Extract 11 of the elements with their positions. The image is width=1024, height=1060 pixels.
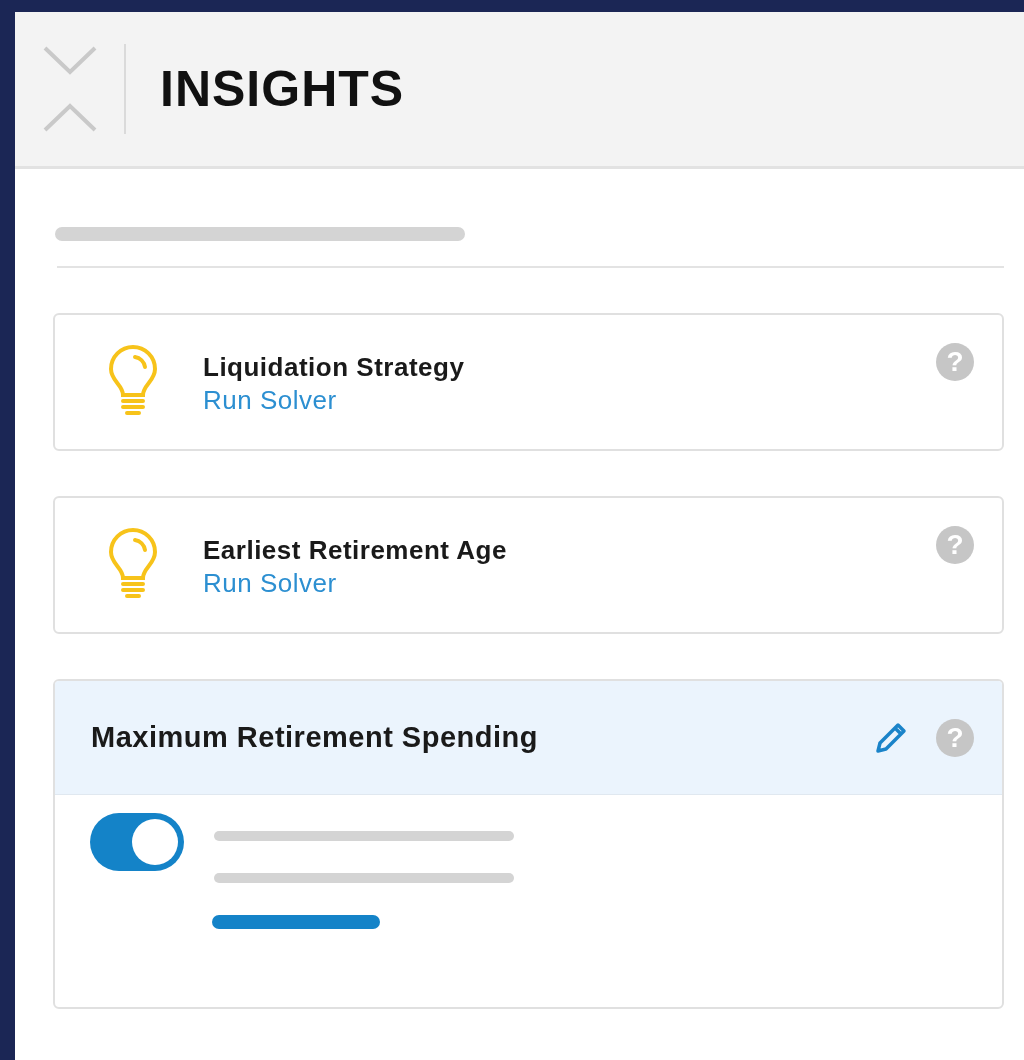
panel-title: INSIGHTS [160, 60, 405, 118]
help-icon[interactable]: ? [936, 718, 974, 757]
help-icon[interactable]: ? [936, 526, 974, 564]
help-icon[interactable]: ? [936, 343, 974, 381]
insight-title: Liquidation Strategy [203, 352, 466, 383]
toggle-switch[interactable] [90, 813, 184, 871]
run-solver-link[interactable]: Run Solver [203, 568, 936, 599]
pencil-icon[interactable] [874, 720, 908, 755]
feature-title: Maximum Retirement Spending [91, 721, 539, 754]
run-solver-link[interactable]: Run Solver [203, 385, 936, 416]
insight-title: Earliest Retirement Age [203, 535, 508, 566]
